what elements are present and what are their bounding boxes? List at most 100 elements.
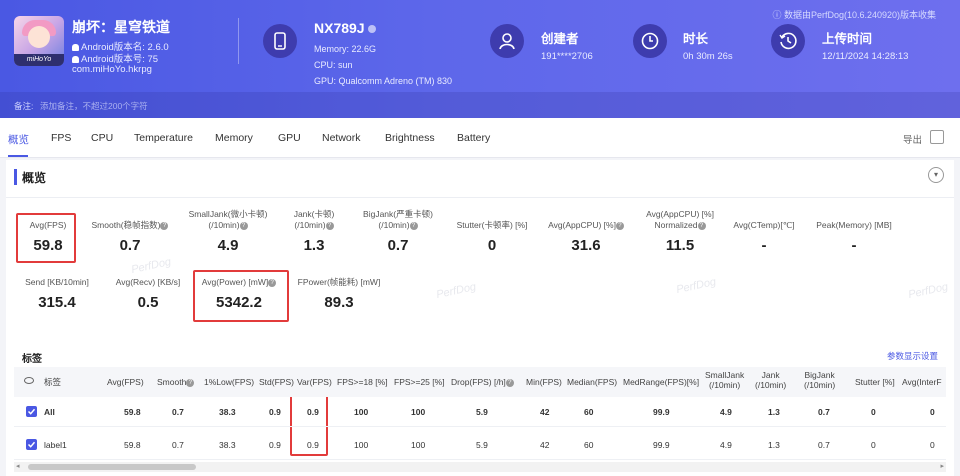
version-note: ⓘ 数据由PerfDog(10.6.240920)版本收集	[772, 10, 936, 20]
metric-avg-recv: Avg(Recv) [KB/s] 0.5	[115, 277, 181, 311]
metric-small-jank: SmallJank(微小卡顿) (/10min)? 4.9	[188, 209, 268, 254]
cell: 0	[871, 440, 876, 450]
cell: 0.9	[269, 440, 281, 450]
column-settings-link[interactable]: 参数显示设置	[887, 350, 938, 362]
cell: 99.9	[653, 407, 670, 417]
duration-value: 0h 30m 26s	[683, 51, 733, 62]
cell: label1	[44, 440, 67, 450]
column-header[interactable]: 1%Low(FPS)	[204, 377, 254, 387]
cell: 0.7	[172, 407, 184, 417]
watermark: PerfDog	[130, 255, 173, 277]
tab-gpu[interactable]: GPU	[278, 132, 301, 144]
column-header[interactable]: Avg(InterF	[902, 377, 942, 387]
duration-label: 时长	[683, 32, 709, 46]
column-header[interactable]: BigJank (/10min)	[804, 370, 835, 390]
column-header[interactable]: SmallJank (/10min)	[705, 370, 744, 390]
metric-fpower: FPower(帧能耗) [mW] 89.3	[297, 277, 381, 311]
help-icon[interactable]: ?	[697, 221, 706, 230]
android-code: Android版本号: 75	[72, 51, 158, 65]
user-icon	[490, 24, 524, 58]
help-icon[interactable]: ?	[186, 378, 195, 387]
cell: 42	[540, 440, 550, 450]
device-cpu: CPU: sun	[314, 60, 353, 70]
report-header: miHoYo 崩坏：星穹铁道 Android版本名: 2.6.0 Android…	[0, 0, 960, 118]
cell: 0	[871, 407, 876, 417]
metric-smooth: Smooth(稳帧指数)? 0.7	[80, 220, 180, 254]
collapse-icon[interactable]: ▾	[928, 167, 944, 183]
cell: 1.3	[768, 407, 780, 417]
tab-network[interactable]: Network	[322, 132, 361, 144]
cell: 100	[411, 440, 426, 450]
active-tab-indicator	[8, 155, 28, 157]
tags-title: 标签	[22, 354, 42, 365]
section-title: 概览	[22, 171, 47, 185]
scrollbar-thumb[interactable]	[28, 464, 196, 470]
help-icon[interactable]: ?	[505, 378, 514, 387]
cell: 59.8	[124, 440, 141, 450]
history-icon	[771, 24, 805, 58]
highlight-box	[193, 270, 289, 322]
column-header[interactable]: Median(FPS)	[567, 377, 617, 387]
help-icon[interactable]: ?	[160, 221, 169, 230]
tab-memory[interactable]: Memory	[215, 132, 253, 144]
metric-peak-memory: Peak(Memory) [MB] -	[816, 220, 892, 254]
cell: 100	[411, 407, 426, 417]
watermark: PerfDog	[907, 280, 950, 302]
table-row[interactable]: label1 59.8 0.7 38.3 0.9 0.9 100 100 5.9…	[14, 430, 946, 460]
row-checkbox[interactable]	[26, 439, 37, 450]
tab-temperature[interactable]: Temperature	[134, 132, 193, 144]
column-header[interactable]: MedRange(FPS)[%]	[623, 377, 699, 387]
cell: 5.9	[476, 407, 488, 417]
cell: 0.9	[269, 407, 281, 417]
info-icon[interactable]	[367, 25, 376, 34]
tab-fps[interactable]: FPS	[51, 132, 71, 144]
help-icon[interactable]: ?	[239, 221, 248, 230]
upload-time-label: 上传时间	[822, 32, 873, 46]
device-name: NX789J	[314, 20, 376, 36]
phone-icon	[263, 24, 297, 58]
cell: 42	[540, 407, 550, 417]
help-icon[interactable]: ?	[325, 221, 334, 230]
column-header[interactable]: FPS>=25 [%]	[394, 377, 445, 387]
column-header[interactable]: Var(FPS)	[297, 377, 332, 387]
export-icon[interactable]	[930, 130, 944, 144]
table-row[interactable]: All 59.8 0.7 38.3 0.9 0.9 100 100 5.9 42…	[14, 397, 946, 427]
help-icon[interactable]: ?	[615, 221, 624, 230]
column-header[interactable]: Stutter [%]	[855, 377, 895, 387]
watermark: PerfDog	[435, 280, 478, 302]
column-header[interactable]: Std(FPS)	[259, 377, 294, 387]
cell: 0.7	[818, 440, 830, 450]
row-checkbox[interactable]	[26, 406, 37, 417]
column-header[interactable]: Drop(FPS) [/h]?	[451, 377, 514, 387]
column-header[interactable]: Smooth?	[157, 377, 195, 387]
export-button[interactable]: 导出	[903, 132, 922, 146]
clock-icon	[633, 24, 667, 58]
note-input[interactable]: 添加备注，不超过200个字符	[40, 100, 148, 112]
column-header[interactable]: Jank (/10min)	[755, 370, 786, 390]
tab-cpu[interactable]: CPU	[91, 132, 113, 144]
cell: 60	[584, 440, 594, 450]
scroll-left-icon[interactable]: ◂	[16, 462, 20, 470]
device-gpu: GPU: Qualcomm Adreno (TM) 830	[314, 76, 453, 86]
metric-avg-app-cpu: Avg(AppCPU) [%]? 31.6	[536, 220, 636, 254]
column-header: 标签	[44, 377, 62, 387]
cell: 100	[354, 407, 369, 417]
tab-battery[interactable]: Battery	[457, 132, 490, 144]
column-header[interactable]: Avg(FPS)	[107, 377, 144, 387]
note-bar[interactable]: 备注: 添加备注，不超过200个字符	[0, 92, 960, 118]
cell: All	[44, 407, 55, 417]
header-divider	[238, 18, 239, 64]
cell: 1.3	[768, 440, 780, 450]
scroll-right-icon[interactable]: ▸	[940, 462, 944, 470]
help-icon[interactable]: ?	[409, 221, 418, 230]
column-header[interactable]: FPS>=18 [%]	[337, 377, 388, 387]
eye-icon[interactable]	[24, 377, 34, 384]
column-header[interactable]: Min(FPS)	[526, 377, 562, 387]
cell: 0.9	[307, 440, 319, 450]
cell: 60	[584, 407, 594, 417]
cell: 0.7	[818, 407, 830, 417]
tab-overview[interactable]: 概览	[8, 132, 29, 147]
horizontal-scrollbar[interactable]: ◂ ▸	[14, 462, 946, 472]
device-memory: Memory: 22.6G	[314, 44, 377, 54]
tab-brightness[interactable]: Brightness	[385, 132, 435, 144]
